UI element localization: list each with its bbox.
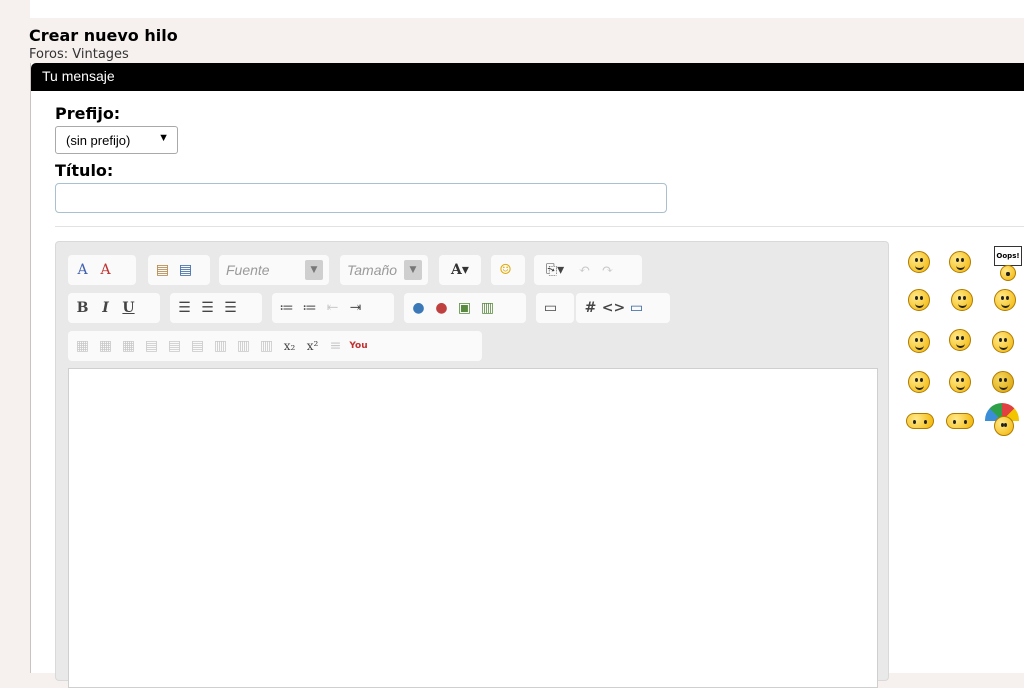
size-select[interactable]: Tamaño ▼	[340, 255, 428, 285]
column-insert-icon[interactable]: ▥	[210, 335, 231, 357]
toolbar-group-paste: ▤ ▤	[148, 255, 210, 285]
rich-text-editor: A A ▤ ▤ Fuente ▼ Tamaño ▼ A▾ ☺ ⎘▾ ↶ ↷ B …	[55, 241, 889, 688]
grin-icon[interactable]	[994, 289, 1016, 311]
panel-header: Tu mensaje	[31, 63, 1024, 91]
image-icon[interactable]: ▣	[454, 297, 475, 319]
font-select[interactable]: Fuente ▼	[219, 255, 329, 285]
font-select-placeholder: Fuente	[226, 262, 270, 278]
surprised-icon[interactable]	[908, 331, 930, 353]
link-icon[interactable]: ●	[408, 297, 429, 319]
code-hash-button[interactable]: #	[580, 297, 601, 319]
paste-icon[interactable]: ▤	[152, 259, 173, 281]
cool-icon[interactable]	[951, 289, 973, 311]
align-center-icon[interactable]: ☰	[197, 297, 218, 319]
smilie-icon[interactable]: ☺	[495, 259, 516, 281]
divider	[55, 226, 1024, 227]
html-button[interactable]: <>	[602, 297, 625, 319]
prefix-select-value: (sin prefijo)	[66, 133, 131, 148]
smilies-panel: Oops!	[904, 241, 1024, 491]
toolbar-group-attach: ⎘▾ ↶ ↷	[534, 255, 642, 285]
wink-icon[interactable]	[949, 251, 971, 273]
toolbar-group-format: A A	[68, 255, 136, 285]
toolbar-group-list: ≔ ≔ ⇤ ⇥	[272, 293, 394, 323]
youtube-button[interactable]: You	[348, 335, 369, 357]
page-title: Crear nuevo hilo	[29, 26, 178, 45]
sunglasses-icon[interactable]	[992, 371, 1014, 393]
toolbar-group-align: ☰ ☰ ☰	[170, 293, 262, 323]
sleep-icon[interactable]	[906, 413, 934, 429]
panel-header-title: Tu mensaje	[42, 68, 115, 84]
row-delete-icon[interactable]: ▤	[187, 335, 208, 357]
italic-button[interactable]: I	[95, 297, 116, 319]
undo-icon[interactable]: ↶	[574, 259, 595, 281]
bold-button[interactable]: B	[72, 297, 93, 319]
chevron-down-icon: ▼	[404, 260, 422, 280]
unordered-list-icon[interactable]: ≔	[299, 297, 320, 319]
thinking-icon[interactable]	[949, 371, 971, 393]
table-icon[interactable]: ▦	[72, 335, 93, 357]
clear-format-icon[interactable]: A	[95, 259, 116, 281]
laugh-icon[interactable]	[908, 289, 930, 311]
worried-icon[interactable]	[946, 413, 974, 429]
top-bar	[30, 0, 1024, 18]
redo-icon[interactable]: ↷	[597, 259, 618, 281]
superscript-button[interactable]: x²	[302, 335, 323, 357]
underline-button[interactable]: U	[118, 297, 139, 319]
size-select-placeholder: Tamaño	[347, 262, 398, 278]
remove-format-icon[interactable]: A	[72, 259, 93, 281]
prefix-label: Prefijo:	[55, 104, 121, 123]
font-color-button[interactable]: A▾	[443, 259, 477, 281]
tongue-icon[interactable]	[908, 371, 930, 393]
oops-icon[interactable]: Oops!	[994, 246, 1022, 266]
subscript-button[interactable]: x₂	[279, 335, 300, 357]
align-left-icon[interactable]: ☰	[174, 297, 195, 319]
ordered-list-icon[interactable]: ≔	[276, 297, 297, 319]
toolbar-group-quote: ▭	[536, 293, 574, 323]
chevron-down-icon: ▼	[305, 260, 323, 280]
horizontal-rule-icon[interactable]: ≡	[325, 335, 346, 357]
indent-icon[interactable]: ⇥	[345, 297, 366, 319]
title-input[interactable]	[55, 183, 667, 213]
paste-word-icon[interactable]: ▤	[175, 259, 196, 281]
confused-icon[interactable]	[992, 331, 1014, 353]
quote-icon[interactable]: ▭	[540, 297, 561, 319]
toolbar-row-1: A A ▤ ▤ Fuente ▼ Tamaño ▼ A▾ ☺ ⎘▾ ↶ ↷	[68, 255, 668, 285]
php-icon[interactable]: ▭	[626, 297, 647, 319]
column-add-icon[interactable]: ▥	[233, 335, 254, 357]
message-panel: Tu mensaje Prefijo: (sin prefijo) ▼ Títu…	[30, 63, 1024, 688]
breadcrumb[interactable]: Foros: Vintages	[29, 47, 129, 62]
umbrella-face-icon	[994, 416, 1014, 436]
column-delete-icon[interactable]: ▥	[256, 335, 277, 357]
toolbar-row-2: B I U ☰ ☰ ☰ ≔ ≔ ⇤ ⇥ ● ● ▣ ▥ ▭ # <> ▭	[68, 293, 688, 323]
toolbar-group-color: A▾	[439, 255, 481, 285]
unlink-icon[interactable]: ●	[431, 297, 452, 319]
toolbar-group-style: B I U	[68, 293, 160, 323]
media-icon[interactable]: ▥	[477, 297, 498, 319]
toolbar-group-smilie: ☺	[491, 255, 525, 285]
smile-icon[interactable]	[908, 251, 930, 273]
message-textarea[interactable]	[68, 368, 878, 688]
row-insert-icon[interactable]: ▤	[141, 335, 162, 357]
toolbar-group-table: ▦ ▦ ▦ ▤ ▤ ▤ ▥ ▥ ▥ x₂ x² ≡ You	[68, 331, 482, 361]
table-properties-icon[interactable]: ▦	[95, 335, 116, 357]
row-add-icon[interactable]: ▤	[164, 335, 185, 357]
title-label: Título:	[55, 161, 114, 180]
prefix-select[interactable]: (sin prefijo) ▼	[55, 126, 178, 154]
toolbar-row-3: ▦ ▦ ▦ ▤ ▤ ▤ ▥ ▥ ▥ x₂ x² ≡ You	[68, 331, 488, 361]
popcorn-icon[interactable]	[949, 329, 971, 351]
outdent-icon[interactable]: ⇤	[322, 297, 343, 319]
table-delete-icon[interactable]: ▦	[118, 335, 139, 357]
attach-icon[interactable]: ⎘▾	[538, 259, 572, 281]
oops-face-icon	[1000, 265, 1016, 281]
align-right-icon[interactable]: ☰	[220, 297, 241, 319]
toolbar-group-code: # <> ▭	[576, 293, 670, 323]
chevron-down-icon: ▼	[158, 132, 169, 144]
toolbar-group-link: ● ● ▣ ▥	[404, 293, 526, 323]
